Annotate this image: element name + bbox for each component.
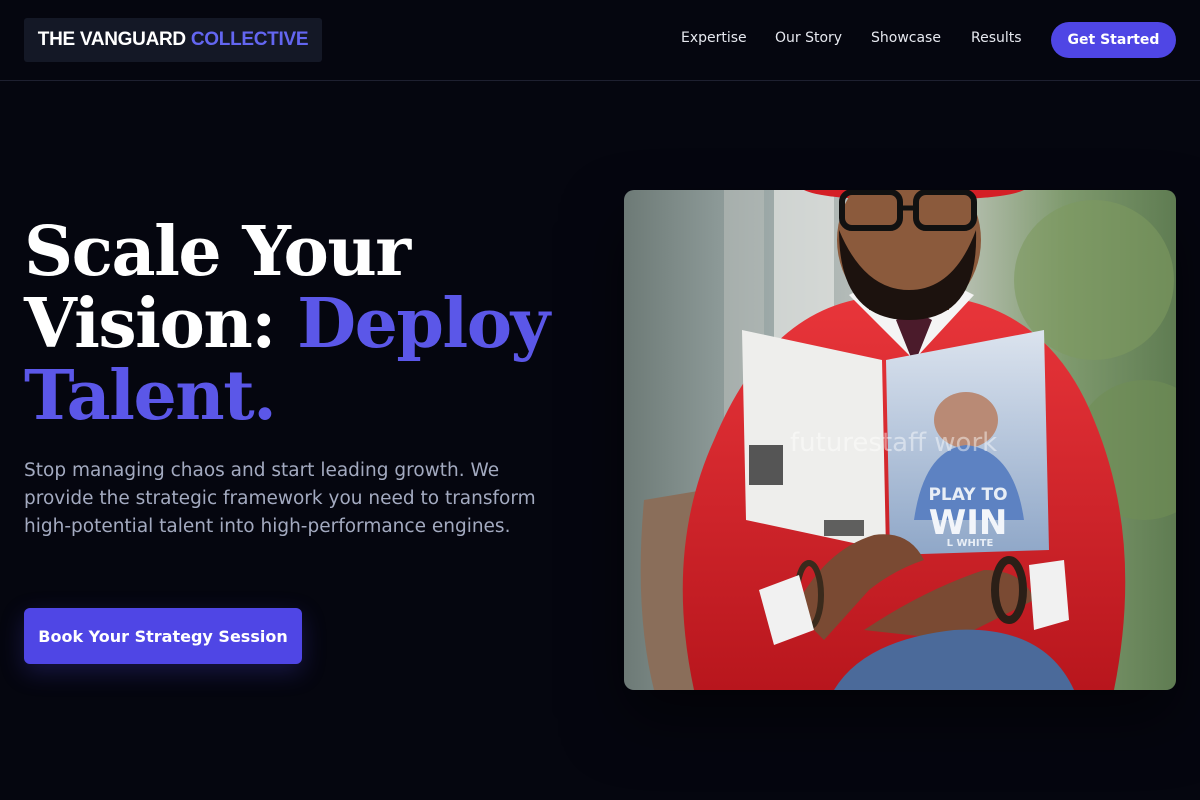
image-watermark: futurestaff work: [790, 428, 998, 458]
hero-subtext: Stop managing chaos and start leading gr…: [24, 460, 536, 537]
nav-link-results[interactable]: Results: [971, 28, 1022, 48]
logo-accent: COLLECTIVE: [190, 29, 309, 50]
hero-headline: Scale Your Vision: Deploy Talent.: [24, 216, 584, 432]
nav-link-showcase[interactable]: Showcase: [871, 28, 941, 48]
book-title-line1: PLAY TO: [928, 485, 1007, 505]
book-strategy-session-button[interactable]: Book Your Strategy Session: [24, 608, 302, 664]
get-started-button[interactable]: Get Started: [1051, 22, 1176, 58]
headline-line-2: Vision:: [24, 284, 276, 364]
headline-accent-talent: Talent.: [24, 356, 277, 436]
logo-primary: THE VANGUARD: [37, 29, 186, 50]
headline-line-1: Scale Your: [24, 212, 411, 292]
nav-link-expertise[interactable]: Expertise: [681, 28, 747, 48]
site-header: THE VANGUARD COLLECTIVE Expertise Our Sto…: [0, 0, 1200, 81]
hero-image: PLAY TO WIN L WHITE futurestaff work: [624, 190, 1176, 690]
brand-logo[interactable]: THE VANGUARD COLLECTIVE: [24, 18, 322, 62]
nav-link-our-story[interactable]: Our Story: [775, 28, 842, 48]
headline-accent-deploy: Deploy: [297, 284, 550, 364]
book-author: L WHITE: [947, 538, 994, 549]
book-title-line2: WIN: [929, 503, 1008, 543]
